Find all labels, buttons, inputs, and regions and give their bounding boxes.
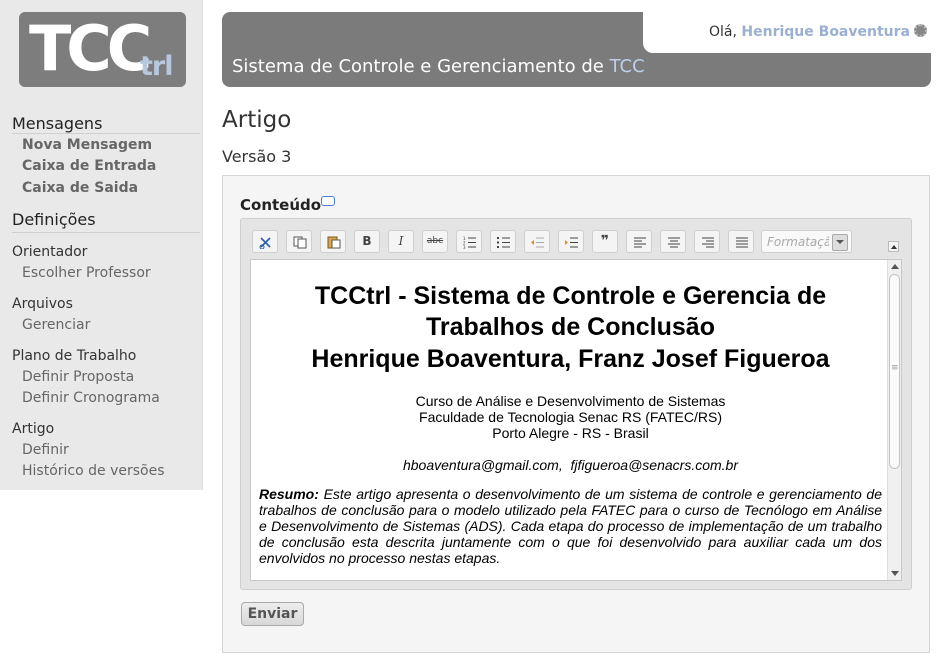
italic-icon: I [398, 234, 404, 248]
editor-document[interactable]: TCCtrl - Sistema de Controle e Gerencia … [250, 259, 902, 581]
align-center-button[interactable] [660, 230, 686, 253]
sidebar-item-caixa-de-entrada[interactable]: Caixa de Entrada [22, 158, 156, 174]
paste-button[interactable] [320, 230, 346, 253]
bold-icon: B [362, 234, 372, 248]
editor-scrollbar[interactable] [887, 260, 901, 580]
copy-button[interactable] [286, 230, 312, 253]
sidebar-group-plano-de-trabalho: Plano de Trabalho [12, 348, 137, 364]
sidebar-section-mensagens: Mensagens [12, 114, 103, 133]
sidebar-item-gerenciar[interactable]: Gerenciar [22, 317, 90, 333]
align-right-button[interactable] [694, 230, 720, 253]
ordered-list-button[interactable]: 123 [456, 230, 482, 253]
sidebar-item-historico-de-versoes[interactable]: Histórico de versões [22, 463, 165, 479]
svg-text:3: 3 [463, 245, 466, 249]
indent-icon [565, 237, 578, 248]
sidebar-group-arquivos: Arquivos [12, 296, 73, 312]
justify-icon [736, 237, 748, 248]
unordered-list-button[interactable] [490, 230, 516, 253]
sidebar-item-nova-mensagem[interactable]: Nova Mensagem [22, 137, 152, 153]
version-label: Versão 3 [222, 147, 292, 166]
sidebar-item-definir-proposta[interactable]: Definir Proposta [22, 369, 134, 385]
document-affiliation-line: Curso de Análise e Desenvolvimento de Si… [415, 393, 726, 409]
scrollbar-thumb[interactable] [889, 274, 900, 469]
sidebar-item-definir[interactable]: Definir [22, 442, 69, 458]
abstract-label: Resumo: [259, 486, 319, 502]
user-greeting: Olá, Henrique Boaventura [709, 24, 927, 40]
send-button[interactable]: Enviar [241, 602, 304, 626]
system-title-tcc: TCC [609, 56, 645, 77]
gear-icon[interactable] [913, 24, 927, 37]
logo[interactable]: TCC trl [19, 12, 186, 87]
document-title-line: Trabalhos de Conclusão [426, 313, 715, 341]
ordered-list-icon: 123 [463, 236, 476, 249]
quote-icon: ❞ [600, 233, 610, 249]
copy-icon [293, 236, 307, 249]
outdent-button[interactable] [524, 230, 550, 253]
italic-button[interactable]: I [388, 230, 414, 253]
sidebar-item-escolher-professor[interactable]: Escolher Professor [22, 265, 151, 281]
unordered-list-icon [497, 237, 510, 248]
sidebar-group-artigo: Artigo [12, 421, 55, 437]
system-title-text: Sistema de Controle e Gerenciamento de [232, 56, 610, 77]
paste-icon [327, 236, 341, 249]
format-select-placeholder: Formatação [767, 235, 829, 249]
align-right-icon [702, 237, 714, 248]
bold-button[interactable]: B [354, 230, 380, 253]
align-left-icon [634, 237, 646, 248]
blockquote-button[interactable]: ❞ [592, 230, 618, 253]
sidebar-item-caixa-de-saida[interactable]: Caixa de Saida [22, 180, 138, 196]
document-affiliation-line: Porto Alegre - RS - Brasil [492, 425, 649, 441]
document-emails: hboaventura@gmail.com, fjfigueroa@senacr… [402, 457, 738, 473]
system-title: Sistema de Controle e Gerenciamento de T… [232, 56, 645, 77]
document-abstract: Resumo: Este artigo apresenta o desenvol… [259, 486, 882, 566]
cut-button[interactable] [252, 230, 278, 253]
sidebar-group-orientador: Orientador [12, 244, 88, 260]
scissors-icon [259, 237, 271, 249]
divider [12, 232, 200, 233]
document-affiliation-line: Faculdade de Tecnologia Senac RS (FATEC/… [419, 409, 722, 425]
header-banner: Olá, Henrique Boaventura Sistema de Cont… [222, 12, 931, 87]
justify-button[interactable] [728, 230, 754, 253]
logo-suffix: trl [140, 51, 173, 82]
outdent-icon [531, 237, 544, 248]
strikethrough-icon: abc [426, 236, 444, 246]
abstract-text: Este artigo apresenta o desenvolvimento … [259, 486, 883, 566]
strikethrough-button[interactable]: abc [422, 230, 448, 253]
chevron-down-icon[interactable] [832, 234, 848, 251]
user-name-link[interactable]: Henrique Boaventura [741, 24, 910, 40]
sidebar-item-definir-cronograma[interactable]: Definir Cronograma [22, 390, 160, 406]
content-label: Conteúdo [240, 196, 322, 214]
indent-button[interactable] [558, 230, 584, 253]
scroll-down-icon[interactable] [891, 571, 899, 576]
user-greeting-box: Olá, Henrique Boaventura [643, 12, 931, 53]
sidebar: TCC trl Mensagens Nova Mensagem Caixa de… [0, 0, 203, 490]
page-title: Artigo [222, 107, 292, 133]
sidebar-section-definicoes: Definições [12, 210, 96, 229]
logo-main: TCC [29, 12, 152, 85]
divider [12, 133, 200, 134]
collapse-toolbar-icon[interactable] [888, 241, 899, 252]
scroll-up-icon[interactable] [891, 264, 899, 269]
greeting-text: Olá, [709, 24, 737, 40]
align-left-button[interactable] [626, 230, 652, 253]
comment-bubble-icon[interactable] [321, 196, 335, 206]
document-title-line: TCCtrl - Sistema de Controle e Gerencia … [314, 282, 827, 310]
document-authors: Henrique Boaventura, Franz Josef Figuero… [311, 345, 830, 373]
format-select[interactable]: Formatação [761, 230, 852, 253]
align-center-icon [668, 237, 680, 248]
